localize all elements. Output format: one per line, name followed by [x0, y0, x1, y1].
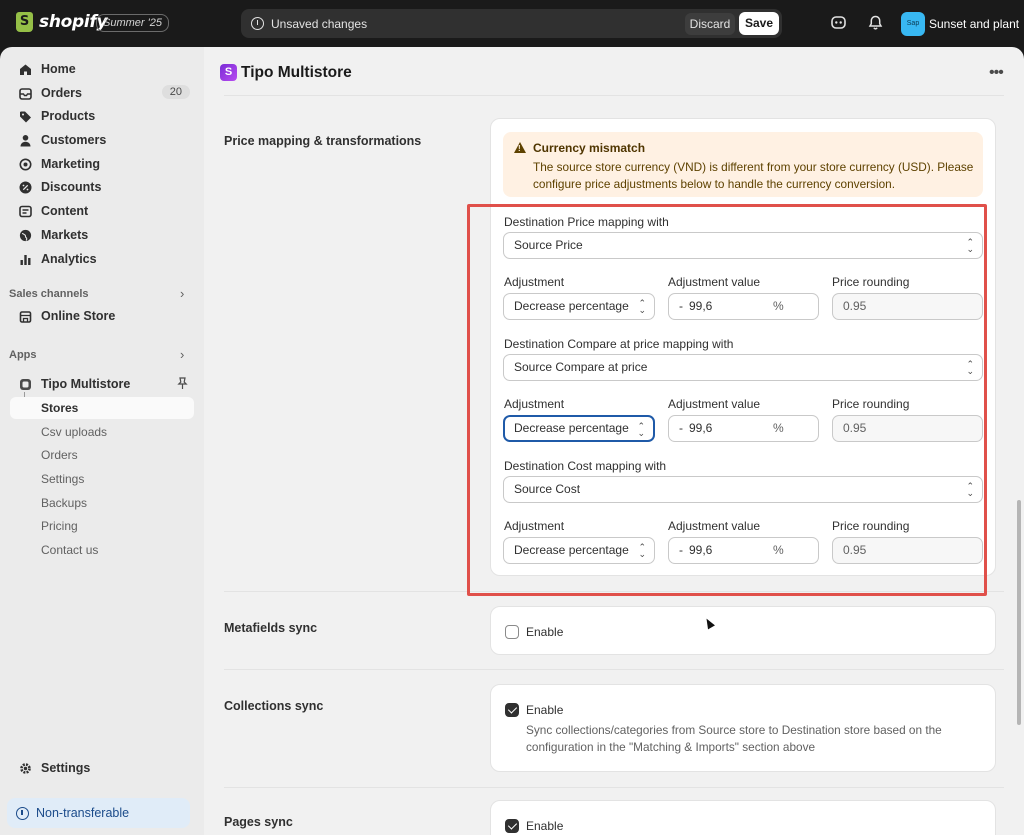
checkbox-label: Enable — [526, 703, 564, 717]
banner-title: Currency mismatch — [533, 141, 646, 155]
metafields-sync-card: Enable — [490, 606, 996, 655]
page-title: Tipo Multistore — [241, 64, 352, 81]
sidebar-item-marketing[interactable]: Marketing — [10, 153, 194, 175]
orders-icon — [18, 86, 32, 100]
save-button[interactable]: Save — [739, 12, 779, 35]
sidebar-item-discounts[interactable]: Discounts — [10, 176, 194, 198]
non-transferable-label: Non-transferable — [36, 806, 130, 820]
app-icon — [18, 377, 32, 391]
store-name[interactable]: Sunset and plant — [929, 17, 1019, 31]
banner-text: The source store currency (VND) is diffe… — [533, 160, 974, 191]
pages-sync-title: Pages sync — [224, 815, 293, 829]
content-icon — [18, 204, 32, 218]
sidebar-item-home[interactable]: Home — [10, 58, 194, 80]
chevron-right-icon[interactable]: › — [180, 286, 184, 301]
collections-enable-checkbox[interactable] — [505, 703, 519, 717]
chevron-right-icon[interactable]: › — [180, 347, 184, 362]
info-icon — [16, 806, 29, 820]
currency-mismatch-banner: Currency mismatch The source store curre… — [503, 132, 983, 197]
checkbox-label: Enable — [526, 625, 564, 639]
scrollbar[interactable] — [1017, 500, 1021, 725]
highlight-box — [467, 204, 987, 596]
globe-icon — [18, 228, 32, 242]
store-avatar[interactable]: Sap — [901, 12, 925, 36]
bell-icon[interactable] — [867, 14, 885, 32]
sidebar-item-label: Orders — [41, 86, 82, 100]
pin-icon[interactable] — [177, 377, 188, 393]
tipo-app-icon: S — [220, 64, 237, 81]
sidebar-item-products[interactable]: Products — [10, 105, 194, 127]
discount-icon — [18, 180, 32, 194]
discard-button[interactable]: Discard — [685, 13, 735, 35]
sidebar-item-tipo-multistore[interactable]: Tipo Multistore — [10, 373, 194, 395]
non-transferable-banner[interactable]: Non-transferable — [7, 798, 190, 828]
sidebar-subitem-contact-us[interactable]: Contact us — [10, 539, 194, 561]
sidebar-item-label: Home — [41, 62, 76, 76]
alert-circle-icon — [251, 17, 264, 30]
divider — [224, 787, 1004, 788]
sidebar-item-label: Customers — [41, 133, 107, 147]
orders-count-badge: 20 — [161, 85, 190, 99]
person-icon — [18, 133, 32, 147]
price-mapping-section-title: Price mapping & transformations — [224, 134, 422, 148]
divider — [224, 669, 1004, 670]
warning-icon — [514, 142, 526, 153]
sales-channels-heading: Sales channels — [9, 288, 89, 300]
sidebar-subitem-csv-uploads[interactable]: Csv uploads — [10, 421, 194, 443]
checkbox-label: Enable — [526, 819, 564, 833]
sidebar-subitem-pricing[interactable]: Pricing — [10, 515, 194, 537]
sidebar-item-label: Online Store — [41, 309, 116, 323]
pages-enable-checkbox[interactable] — [505, 819, 519, 833]
sidebar-subitem-backups[interactable]: Backups — [10, 492, 194, 514]
top-bar: shopify Summer '25 Unsaved changes Disca… — [0, 0, 1024, 47]
sidebar-item-label: Products — [41, 109, 96, 123]
sidekick-icon[interactable] — [830, 14, 848, 32]
sidebar-item-label: Discounts — [41, 180, 102, 194]
metafields-enable-checkbox[interactable] — [505, 625, 519, 639]
divider — [224, 95, 1004, 96]
sidebar-item-label: Tipo Multistore — [41, 377, 131, 391]
sidebar-item-online-store[interactable]: Online Store — [10, 305, 194, 327]
sidebar-subitem-orders[interactable]: Orders — [10, 444, 194, 466]
contextual-save-bar: Unsaved changes Discard Save — [241, 9, 782, 38]
home-icon — [18, 62, 32, 76]
metafields-sync-title: Metafields sync — [224, 621, 318, 635]
sidebar-subitem-stores[interactable]: Stores — [10, 397, 194, 419]
sidebar-item-settings[interactable]: Settings — [10, 757, 194, 779]
gear-icon — [18, 761, 32, 775]
storefront-icon — [18, 309, 32, 323]
pages-sync-card: Enable — [490, 800, 996, 835]
target-icon — [18, 157, 32, 171]
shopify-logo[interactable]: shopify — [16, 12, 108, 32]
shopify-bag-icon — [16, 12, 33, 32]
collections-sync-title: Collections sync — [224, 699, 324, 713]
sidebar-item-analytics[interactable]: Analytics — [10, 248, 194, 270]
bar-chart-icon — [18, 252, 32, 266]
collections-sync-card: Enable Sync collections/categories from … — [490, 684, 996, 772]
sidebar-item-label: Content — [41, 204, 89, 218]
sidebar-item-label: Marketing — [41, 157, 101, 171]
edition-badge: Summer '25 — [96, 14, 169, 32]
sidebar-subitem-settings[interactable]: Settings — [10, 468, 194, 490]
sidebar-item-label: Markets — [41, 228, 89, 242]
more-actions-icon[interactable]: ••• — [989, 64, 1004, 82]
tag-icon — [18, 109, 32, 123]
sidebar-item-label: Analytics — [41, 252, 97, 266]
sidebar-item-content[interactable]: Content — [10, 200, 194, 222]
apps-heading: Apps — [9, 349, 37, 361]
collections-help-text: Sync collections/categories from Source … — [526, 723, 942, 754]
unsaved-changes-text: Unsaved changes — [271, 17, 368, 31]
sidebar-item-label: Settings — [41, 761, 91, 775]
sidebar-item-markets[interactable]: Markets — [10, 224, 194, 246]
sidebar-item-orders[interactable]: Orders 20 — [10, 82, 194, 104]
sidebar-item-customers[interactable]: Customers — [10, 129, 194, 151]
